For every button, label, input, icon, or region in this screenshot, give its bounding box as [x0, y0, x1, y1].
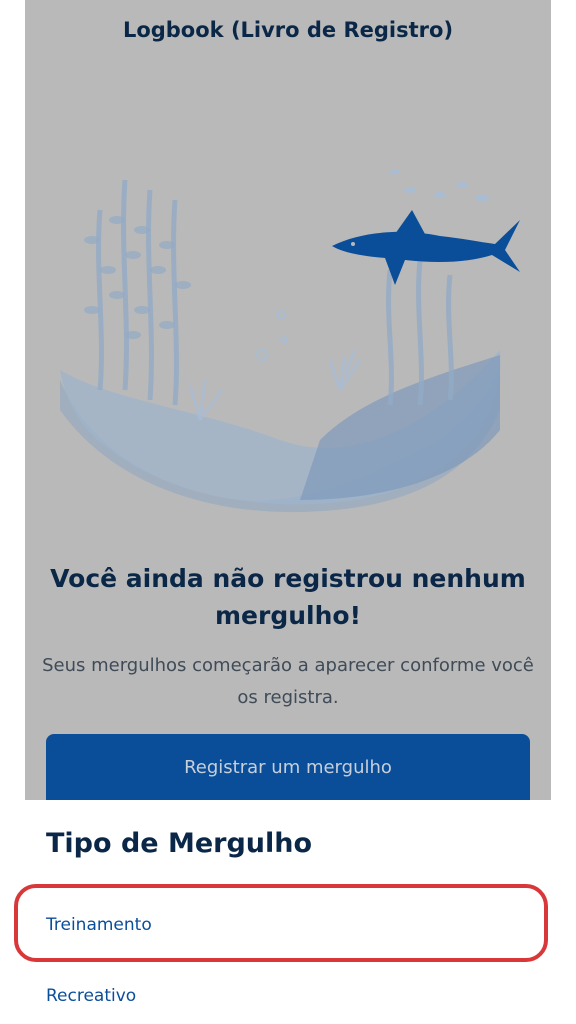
shark-icon	[332, 220, 520, 285]
seaweed-icon	[96, 179, 179, 406]
bubbles-icon	[256, 310, 288, 361]
option-treinamento[interactable]: Treinamento	[46, 915, 152, 935]
app-screen: Logbook (Livro de Registro) Você ainda n…	[0, 0, 576, 1024]
dive-type-sheet: Tipo de Mergulho Treinamento Recreativo	[0, 800, 576, 1024]
underwater-scene-shark-icon	[60, 169, 520, 513]
empty-state-title: Você ainda não registrou nenhum mergulho…	[50, 564, 526, 630]
sheet-title: Tipo de Mergulho	[46, 828, 313, 859]
coral-icon	[188, 349, 362, 421]
option-recreativo[interactable]: Recreativo	[46, 986, 136, 1006]
fish-school-icon	[390, 169, 489, 202]
register-dive-button[interactable]: Registrar um mergulho	[46, 734, 530, 800]
page-title: Logbook (Livro de Registro)	[122, 18, 454, 42]
seabed-layer	[300, 355, 500, 500]
empty-state-description: Seus mergulhos começarão a aparecer conf…	[42, 655, 534, 708]
